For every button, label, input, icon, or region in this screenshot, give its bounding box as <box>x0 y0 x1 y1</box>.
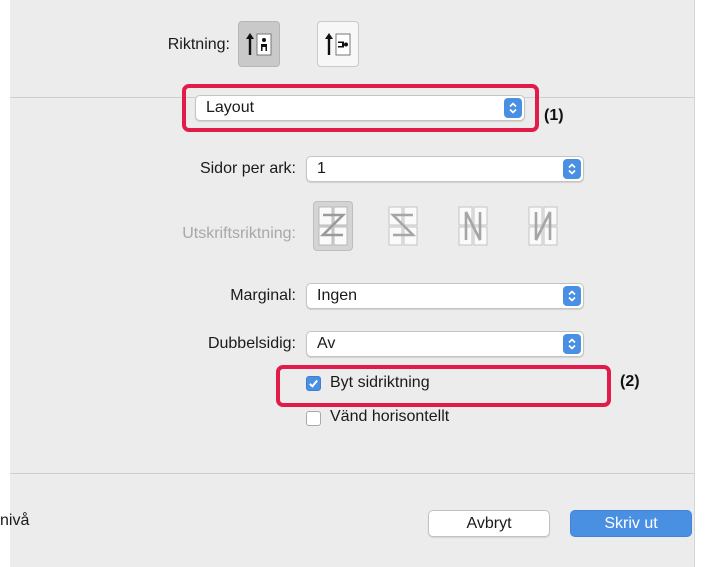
pages-per-sheet-popup[interactable]: 1 <box>306 156 584 182</box>
landscape-orientation-button[interactable] <box>317 21 359 67</box>
checkmark-icon <box>309 379 318 388</box>
two-sided-popup[interactable]: Av <box>306 331 584 357</box>
layout-direction-label: Utskriftsriktning: <box>182 225 296 242</box>
print-button[interactable]: Skriv ut <box>570 510 692 537</box>
layout-reverse-s-icon <box>388 206 418 246</box>
two-sided-stepper-icon <box>563 334 581 354</box>
layout-direction-n-reverse-option[interactable] <box>453 201 493 251</box>
border-label: Marginal: <box>230 287 296 304</box>
border-stepper-icon <box>563 286 581 306</box>
flip-horizontally-checkbox[interactable] <box>306 411 321 426</box>
two-sided-value: Av <box>317 335 336 352</box>
layout-direction-reverse-s-option[interactable] <box>383 201 423 251</box>
bottom-divider <box>10 473 694 474</box>
portrait-orientation-button[interactable] <box>238 21 280 67</box>
panel-select-value: Layout <box>206 99 255 116</box>
two-sided-label: Dubbelsidig: <box>207 335 296 352</box>
callout-2: (2) <box>620 373 640 390</box>
cancel-button[interactable]: Avbryt <box>428 510 550 537</box>
portrait-icon <box>246 33 272 56</box>
border-value: Ingen <box>317 287 358 304</box>
flip-horizontally-label: Vänd horisontellt <box>330 408 450 425</box>
reverse-orientation-checkbox[interactable] <box>306 376 321 391</box>
layout-n-reverse-icon <box>458 206 488 246</box>
callout-1: (1) <box>544 107 564 124</box>
border-popup[interactable]: Ingen <box>306 283 584 309</box>
pages-per-sheet-stepper-icon <box>563 159 581 179</box>
orientation-label: Riktning: <box>167 36 230 53</box>
layout-direction-z-option[interactable] <box>313 201 353 251</box>
pages-per-sheet-value: 1 <box>317 160 326 177</box>
layout-direction-n-option[interactable] <box>523 201 563 251</box>
panel-select-popup[interactable]: Layout <box>195 95 525 121</box>
landscape-icon <box>325 33 351 56</box>
layout-n-icon <box>528 206 558 246</box>
panel-select-stepper-icon <box>504 98 522 118</box>
footer-partial-text: nivå <box>0 512 30 529</box>
reverse-orientation-label: Byt sidriktning <box>330 374 430 391</box>
layout-z-icon <box>318 206 348 246</box>
pages-per-sheet-label: Sidor per ark: <box>199 160 296 177</box>
highlight-frame-2 <box>276 365 611 407</box>
